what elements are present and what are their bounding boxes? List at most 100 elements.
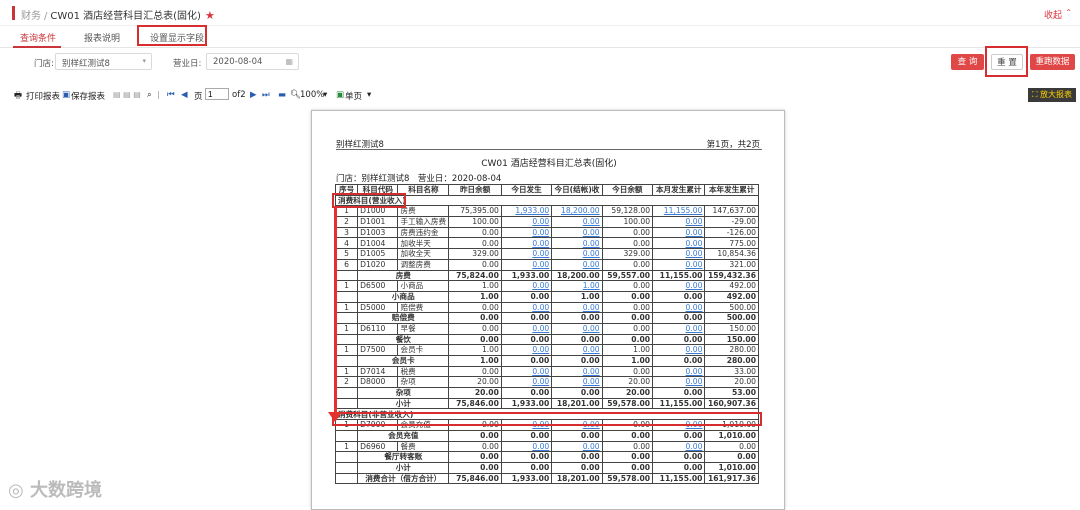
prev-page-icon[interactable]: ◀: [181, 90, 188, 100]
drilldown-link[interactable]: 0.00: [583, 345, 600, 354]
table-cell: 0.00: [652, 258, 706, 271]
separator-icon: |: [157, 90, 160, 99]
subtotal-cell: 75,846.00: [448, 397, 502, 410]
print-report-button[interactable]: 打印报表: [26, 90, 60, 102]
drilldown-link[interactable]: 18,200.00: [561, 206, 600, 215]
subtotal-cell: 280.00: [704, 355, 759, 367]
drilldown-link[interactable]: 0.00: [583, 377, 600, 386]
drilldown-link[interactable]: 0.00: [686, 260, 703, 269]
fit-page-icon[interactable]: ▬: [278, 90, 286, 100]
table-cell: 0.00: [704, 440, 759, 453]
breadcrumb-finance[interactable]: 财务: [21, 11, 41, 22]
drilldown-link[interactable]: 0.00: [532, 377, 549, 386]
find-icon[interactable]: ⌕: [147, 90, 152, 100]
drilldown-link[interactable]: 0.00: [532, 260, 549, 269]
subtotal-cell: 150.00: [704, 333, 759, 346]
drilldown-link[interactable]: 0.00: [583, 303, 600, 312]
drilldown-link[interactable]: 0.00: [583, 367, 600, 376]
next-page-icon[interactable]: ▶: [250, 90, 257, 100]
drilldown-link[interactable]: 0.00: [686, 217, 703, 226]
save-report-button[interactable]: 保存报表: [71, 90, 105, 102]
subtotal-cell: 1,933.00: [500, 397, 553, 410]
subtotal-cell: 0.00: [500, 333, 553, 346]
drilldown-link[interactable]: 0.00: [686, 303, 703, 312]
tab-query-conditions[interactable]: 查询条件: [20, 31, 56, 44]
table-cell: 147,637.00: [704, 205, 759, 218]
collapse-link[interactable]: 收起: [1044, 8, 1062, 21]
table-cell: D5000: [357, 301, 399, 314]
drilldown-link[interactable]: 0.00: [583, 324, 600, 333]
page-number-input[interactable]: [205, 88, 229, 100]
drilldown-link[interactable]: 0.00: [583, 217, 600, 226]
single-page-dropdown-icon[interactable]: ▾: [367, 90, 371, 100]
table-cell: D1001: [357, 216, 399, 228]
table-cell: 1.00: [448, 344, 502, 356]
drilldown-link[interactable]: 0.00: [532, 228, 549, 237]
drilldown-link[interactable]: 0.00: [532, 239, 549, 248]
drilldown-link[interactable]: 0.00: [686, 239, 703, 248]
drilldown-link[interactable]: 0.00: [686, 345, 703, 354]
table-cell: 500.00: [704, 301, 759, 314]
subtotal-cell: 0.00: [601, 429, 654, 442]
table-cell: 2: [334, 376, 359, 389]
drilldown-link[interactable]: 0.00: [686, 377, 703, 386]
drilldown-link[interactable]: 0.00: [532, 345, 549, 354]
drilldown-link[interactable]: 0.00: [583, 442, 600, 451]
chevron-up-icon[interactable]: ⌃: [1065, 8, 1072, 17]
drilldown-link[interactable]: 0.00: [532, 249, 549, 258]
table-row: 5 D1005 加收全天 329.00 0.00 0.00 329.00 0.00 10,854…: [334, 248, 759, 260]
column-header: 今日(结帐)收: [551, 184, 603, 196]
zoom-dropdown-icon[interactable]: ▾: [323, 90, 327, 100]
table-cell: 0.00: [551, 301, 603, 314]
table-cell: [334, 312, 359, 324]
subtotal-cell: 0.00: [500, 429, 553, 442]
active-tab-indicator: [13, 46, 61, 48]
page-title: CW01 酒店经营科目汇总表(固化): [50, 11, 201, 22]
store-select[interactable]: 别样红测试8 ▾: [55, 53, 152, 70]
drilldown-link[interactable]: 0.00: [686, 228, 703, 237]
tab-report-description[interactable]: 报表说明: [84, 31, 120, 44]
drilldown-link[interactable]: 0.00: [686, 324, 703, 333]
table-cell: 房费违约金: [397, 226, 450, 239]
business-date-picker[interactable]: 2020-08-04 ▦: [206, 53, 299, 70]
drilldown-link[interactable]: 11,155.00: [664, 206, 703, 215]
drilldown-link[interactable]: 0.00: [686, 367, 703, 376]
table-row: 3 D1003 房费违约金 0.00 0.00 0.00 0.00 0.00 -126.00: [334, 226, 759, 239]
drilldown-link[interactable]: 1.00: [583, 281, 600, 290]
drilldown-link[interactable]: 0.00: [532, 303, 549, 312]
drilldown-link[interactable]: 0.00: [686, 281, 703, 290]
table-cell: 0.00: [601, 280, 654, 292]
drilldown-link[interactable]: 0.00: [583, 228, 600, 237]
drilldown-link[interactable]: 0.00: [583, 239, 600, 248]
table-cell: [334, 472, 359, 485]
export-icon[interactable]: ▤ ▤ ▤: [113, 90, 141, 99]
drilldown-link[interactable]: 0.00: [532, 324, 549, 333]
drilldown-link[interactable]: 0.00: [686, 249, 703, 258]
drilldown-link[interactable]: 1,933.00: [515, 206, 549, 215]
drilldown-link[interactable]: 0.00: [532, 367, 549, 376]
enlarge-report-button[interactable]: ⛶ 放大报表: [1027, 88, 1076, 102]
watermark-text: 大数跨境: [29, 480, 102, 501]
table-cell: 0.00: [551, 440, 603, 453]
last-page-icon[interactable]: ⏭: [262, 90, 270, 100]
subtotal-label: 餐厅转客账: [357, 451, 450, 463]
page-label: 页: [194, 92, 203, 102]
single-page-toggle[interactable]: 单页: [345, 90, 362, 102]
table-cell: 1: [334, 301, 359, 314]
highlight-box-display-fields: [137, 25, 207, 46]
drilldown-link[interactable]: 0.00: [532, 217, 549, 226]
favorite-star-icon[interactable]: ★: [205, 9, 215, 22]
business-date-label: 营业日:: [173, 59, 202, 69]
subtotal-cell: 11,155.00: [652, 397, 706, 410]
drilldown-link[interactable]: 0.00: [532, 442, 549, 451]
query-button[interactable]: 查 询: [951, 54, 984, 70]
first-page-icon[interactable]: ⏮: [167, 90, 175, 100]
table-cell: 0.00: [601, 237, 654, 250]
drilldown-link[interactable]: 0.00: [583, 249, 600, 258]
drilldown-link[interactable]: 0.00: [583, 260, 600, 269]
drilldown-link[interactable]: 0.00: [686, 442, 703, 451]
drilldown-link[interactable]: 0.00: [532, 281, 549, 290]
report-table: 序号 科目代码 科目名称 昨日余额 今日发生 今日(结帐)收 今日余额 本月发生累计 本年发生累…: [334, 184, 759, 485]
rerun-data-button[interactable]: 重跑数据: [1030, 54, 1075, 70]
zoom-level[interactable]: 100%: [300, 90, 324, 100]
